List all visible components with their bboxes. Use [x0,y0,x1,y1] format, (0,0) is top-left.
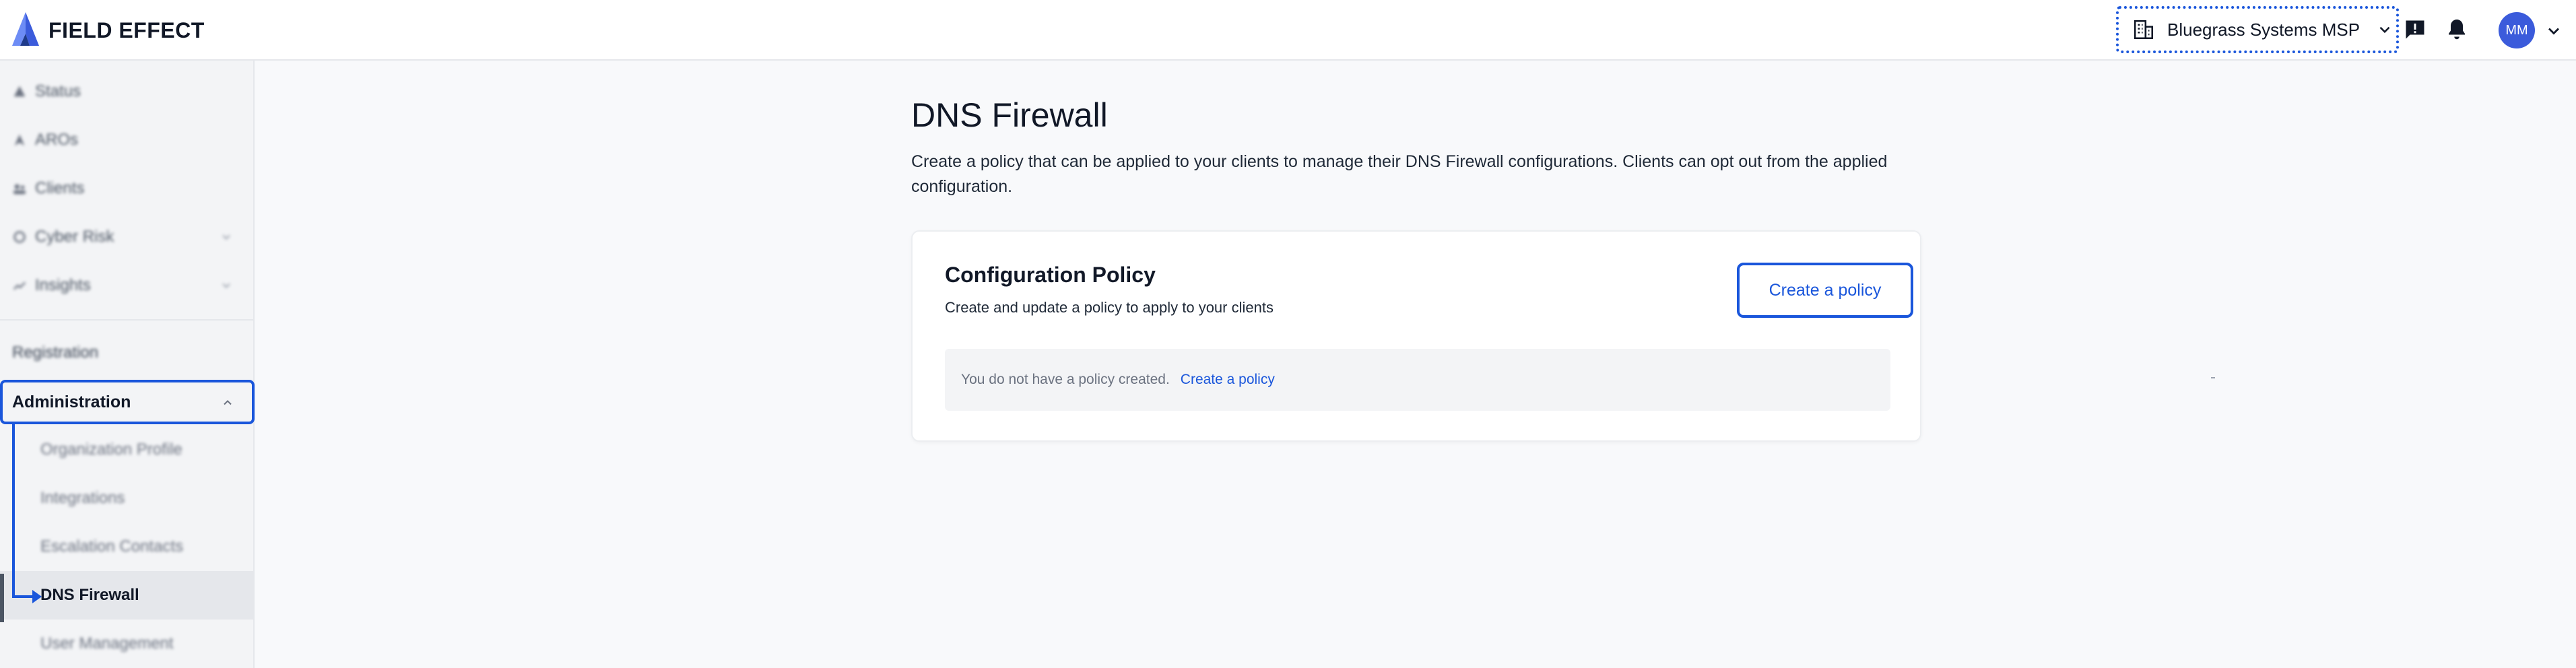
empty-state: You do not have a policy created. Create… [945,349,1890,411]
sidebar-item-aros[interactable]: AROs [0,120,253,160]
card-subtitle: Create and update a policy to apply to y… [945,299,1274,316]
sidebar-subitem-integrations[interactable]: Integrations [0,474,253,523]
arrow-head-icon [32,590,42,603]
sidebar-item-label: Registration [12,343,99,362]
organization-name: Bluegrass Systems MSP [2167,19,2360,40]
card-title: Configuration Policy [945,263,1156,287]
status-icon [12,84,27,99]
chevron-down-icon[interactable] [2544,22,2563,40]
page-description: Create a policy that can be applied to y… [911,152,1888,196]
chevron-up-icon [221,396,234,409]
active-indicator [0,574,4,622]
sidebar-item-registration[interactable]: Registration [0,333,253,373]
sidebar-item-clients[interactable]: Clients [0,168,253,209]
logo-text: FIELD EFFECT [48,18,205,42]
chevron-down-icon [220,230,233,244]
page-title: DNS Firewall [911,96,1108,134]
decorative-dash [2211,377,2215,378]
chevron-down-icon [2376,21,2393,38]
field-effect-logo[interactable]: FIELD EFFECT [11,11,205,51]
feedback-icon[interactable] [2403,18,2427,42]
cyber-risk-icon [12,230,27,244]
sidebar-subitem-escalation-contacts[interactable]: Escalation Contacts [0,523,253,571]
sidebar-item-label: AROs [35,131,79,149]
configuration-policy-card: Configuration Policy Create and update a… [911,230,1921,442]
sidebar-item-label: Integrations [40,489,125,507]
sidebar-item-label: User Management [40,634,174,653]
chevron-down-icon [220,279,233,292]
sidebar-item-status[interactable]: Status [0,71,253,112]
create-policy-button[interactable]: Create a policy [1737,263,1913,318]
sidebar-item-label: DNS Firewall [40,586,139,604]
sidebar-item-label: Administration [12,392,131,411]
insights-icon [12,278,27,293]
sidebar-item-cyber-risk[interactable]: Cyber Risk [0,217,253,257]
notification-bell-icon[interactable] [2445,18,2469,42]
top-header: FIELD EFFECT Bluegrass Systems MSP MM [0,0,2576,61]
sidebar-subitem-organization-profile[interactable]: Organization Profile [0,426,253,474]
aro-icon [12,133,27,147]
building-icon [2132,18,2155,41]
sidebar-item-administration[interactable]: Administration [0,380,255,424]
sidebar-subitem-user-management[interactable]: User Management [0,620,253,668]
clients-icon [12,181,27,196]
field-effect-logo-icon [11,11,40,51]
create-policy-link[interactable]: Create a policy [1181,372,1275,388]
organization-switcher[interactable]: Bluegrass Systems MSP [2116,6,2399,53]
user-avatar[interactable]: MM [2499,12,2535,48]
sidebar-item-label: Cyber Risk [35,228,114,246]
sidebar-item-label: Clients [35,179,85,197]
sidebar-divider [0,319,253,321]
sidebar-item-label: Status [35,82,81,100]
sidebar-item-label: Escalation Contacts [40,537,184,556]
sidebar-item-label: Insights [35,276,91,294]
sidebar-item-label: Organization Profile [40,440,183,459]
empty-state-text: You do not have a policy created. [961,372,1170,387]
annotation-connector-line [12,424,15,597]
sidebar-item-insights[interactable]: Insights [0,265,253,306]
